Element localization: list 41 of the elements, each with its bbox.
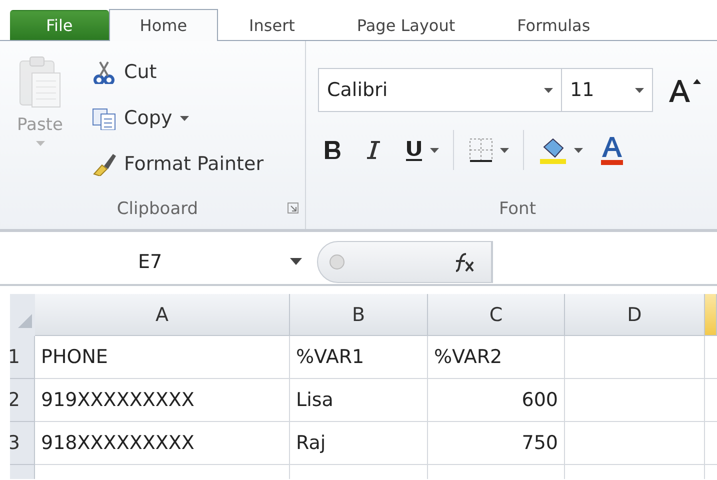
caret-icon [635,88,644,92]
table-cell: 918XXXXXXXXX [35,422,290,465]
column-header[interactable]: C [428,294,565,336]
font-color-icon [601,135,623,165]
command-button[interactable]: Copy [92,99,264,137]
table-cell: %VAR2 [428,336,565,379]
table-cell: 750 [428,422,565,465]
table-cell: %VAR1 [290,336,428,379]
ribbon-tab[interactable]: Home [108,9,218,41]
dialog-launcher-icon[interactable] [287,202,299,214]
clipboard-icon [18,55,62,109]
table-cell: Lisa [290,379,428,422]
font-size-field[interactable]: 11 [561,68,653,112]
ribbon-tab[interactable]: Formulas [486,10,622,40]
column-header[interactable]: D [565,294,705,336]
scissors-icon [92,60,116,84]
table-cell: 919XXXXXXXXX [35,379,290,422]
caret-icon [430,148,439,152]
table-cell: PHONE [35,336,290,379]
column-header[interactable]: B [290,294,428,336]
ribbon-tab[interactable]: Insert [218,10,326,40]
paintbrush-icon [92,152,116,176]
column-header[interactable]: A [35,294,290,336]
caret-icon [500,148,509,152]
caret-icon [544,88,553,92]
ribbon-tab[interactable]: Page Layout [326,10,486,40]
copy-icon [92,106,116,130]
group-label: Clipboard [116,199,198,219]
font-name-field[interactable]: Calibri [318,68,562,112]
caret-icon [36,141,44,146]
table-cell: 600 [428,379,565,422]
name-box[interactable]: E7 [10,250,290,272]
file-tab[interactable]: File [10,10,109,40]
table-cell: Raj [290,422,428,465]
group-label: Font [498,199,536,219]
caret-icon[interactable] [290,258,302,265]
command-button[interactable]: Cut [92,53,264,91]
borders-icon [468,137,494,163]
row-header[interactable]: 1 [10,336,35,379]
caret-icon [574,148,583,152]
command-button[interactable]: Format Painter [92,145,264,183]
